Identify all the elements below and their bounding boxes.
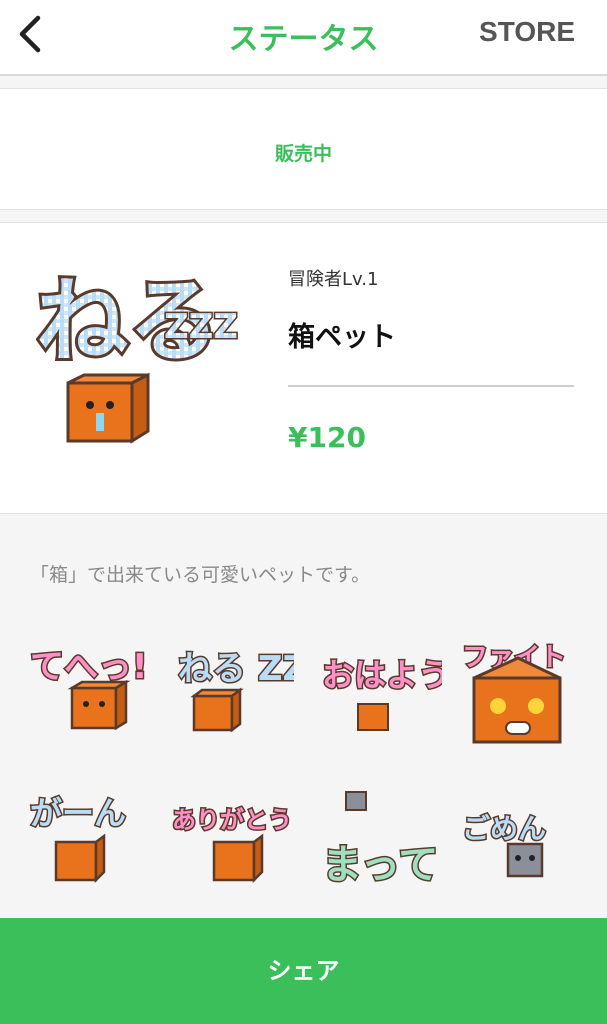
svg-text:ねる ZZZ: ねる ZZZ xyxy=(178,649,294,689)
sticker-matte[interactable]: まって xyxy=(318,780,442,900)
svg-text:まって: まって xyxy=(322,842,438,888)
svg-text:おはよう: おはよう xyxy=(322,656,442,694)
svg-text:ありがとう: ありがとう xyxy=(172,806,292,834)
product-price: ¥120 xyxy=(288,421,366,454)
product-card: ねる ZZZ 冒険者Lv.1 箱ペット ¥120 xyxy=(0,222,607,514)
sticker-neru[interactable]: ねる ZZZ xyxy=(170,630,294,750)
main-sticker-image: ねる ZZZ xyxy=(36,265,239,444)
svg-text:がーん: がーん xyxy=(30,794,126,832)
share-button[interactable]: シェア xyxy=(0,918,607,1024)
sticker-gomen[interactable]: ごめん xyxy=(458,780,582,900)
sticker-gaan[interactable]: がーん xyxy=(26,780,150,900)
status-badge: 販売中 xyxy=(274,143,332,165)
divider xyxy=(288,385,574,387)
sticker-tehe[interactable]: てへっ! xyxy=(26,630,150,750)
svg-text:ごめん: ごめん xyxy=(462,812,546,845)
sticker-ohayou[interactable]: おはよう xyxy=(318,630,442,750)
svg-text:ZZZ: ZZZ xyxy=(164,307,238,347)
header-bar: ステータス STORE xyxy=(0,0,607,76)
author-name[interactable]: 冒険者Lv.1 xyxy=(288,265,378,291)
status-section: 販売中 xyxy=(0,88,607,210)
store-link[interactable]: STORE xyxy=(479,16,575,48)
sticker-fight[interactable]: ファイト xyxy=(458,630,582,750)
product-name: 箱ペット xyxy=(288,322,396,353)
sticker-arigatou[interactable]: ありがとう xyxy=(170,780,294,900)
product-description: 「箱」で出来ている可愛いペットです。 xyxy=(30,564,371,586)
